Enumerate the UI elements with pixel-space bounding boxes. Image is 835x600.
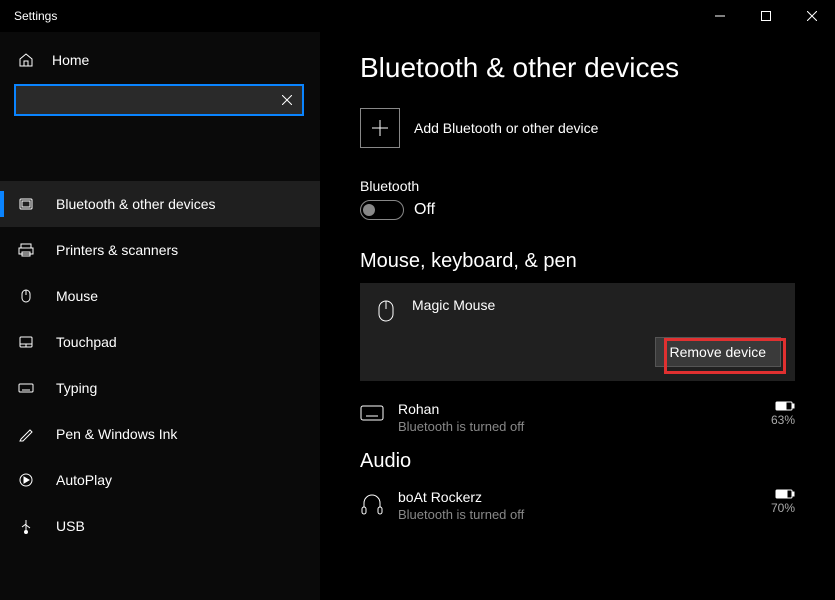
bluetooth-state: Off [414,201,435,219]
sidebar-item-pen[interactable]: Pen & Windows Ink [0,411,320,457]
page-title: Bluetooth & other devices [360,52,795,84]
headphones-icon [360,493,384,517]
device-item[interactable]: Rohan Bluetooth is turned off 63% [360,395,795,440]
main-content: Bluetooth & other devices Add Bluetooth … [320,32,835,600]
device-status: Bluetooth is turned off [398,419,771,434]
sidebar-item-label: Printers & scanners [56,242,178,258]
sidebar-item-typing[interactable]: Typing [0,365,320,411]
add-device-button[interactable]: Add Bluetooth or other device [360,108,795,148]
device-name: Rohan [398,401,771,417]
sidebar-item-autoplay[interactable]: AutoPlay [0,457,320,503]
keyboard-icon [16,380,36,396]
device-status: Bluetooth is turned off [398,507,771,522]
sidebar-item-label: Bluetooth & other devices [56,196,216,212]
window-title: Settings [14,9,57,23]
bluetooth-label: Bluetooth [360,178,795,194]
sidebar-item-label: USB [56,518,85,534]
close-button[interactable] [789,0,835,32]
device-name: boAt Rockerz [398,489,771,505]
keyboard-icon [360,405,384,421]
section-heading-mkp: Mouse, keyboard, & pen [360,250,795,273]
battery-icon [771,401,795,411]
search-input[interactable] [14,84,304,116]
sidebar-item-label: Touchpad [56,334,117,350]
sidebar-home[interactable]: Home [0,42,320,78]
bluetooth-toggle[interactable] [360,200,404,220]
add-device-label: Add Bluetooth or other device [414,120,598,136]
sidebar-item-label: Pen & Windows Ink [56,426,177,442]
sidebar-home-label: Home [52,52,89,68]
battery-percent: 63% [771,413,795,427]
printer-icon [16,242,36,258]
sidebar-item-label: Typing [56,380,97,396]
home-icon [16,52,36,68]
remove-device-button[interactable]: Remove device [655,337,782,367]
device-name: Magic Mouse [412,297,781,313]
search-field[interactable] [16,92,272,108]
sidebar-item-usb[interactable]: USB [0,503,320,549]
sidebar: Home Bluetooth & other devices Printers … [0,32,320,600]
sidebar-item-touchpad[interactable]: Touchpad [0,319,320,365]
minimize-button[interactable] [697,0,743,32]
section-heading-audio: Audio [360,450,795,473]
mouse-icon [374,299,398,323]
clear-icon[interactable] [272,95,302,105]
device-item[interactable]: boAt Rockerz Bluetooth is turned off 70% [360,483,795,528]
sidebar-item-printers[interactable]: Printers & scanners [0,227,320,273]
mouse-icon [16,288,36,304]
pen-icon [16,426,36,442]
touchpad-icon [16,334,36,350]
bluetooth-icon [16,196,36,212]
plus-icon [360,108,400,148]
sidebar-item-mouse[interactable]: Mouse [0,273,320,319]
maximize-button[interactable] [743,0,789,32]
device-item[interactable]: Magic Mouse Remove device [360,283,795,381]
sidebar-item-bluetooth[interactable]: Bluetooth & other devices [0,181,320,227]
usb-icon [16,518,36,534]
titlebar: Settings [0,0,835,32]
autoplay-icon [16,472,36,488]
sidebar-item-label: Mouse [56,288,98,304]
battery-percent: 70% [771,501,795,515]
sidebar-item-label: AutoPlay [56,472,112,488]
battery-icon [771,489,795,499]
